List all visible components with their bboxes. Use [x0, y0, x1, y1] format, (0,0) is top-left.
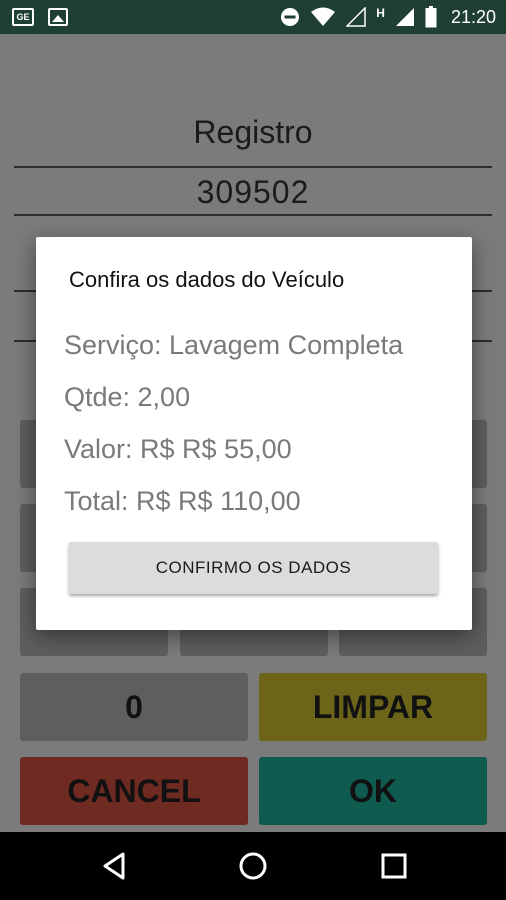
battery-icon	[425, 6, 437, 28]
registro-value: 309502	[196, 174, 310, 210]
divider	[14, 166, 492, 168]
back-icon[interactable]	[96, 848, 132, 884]
qtde-text: Qtde: 2,00	[64, 382, 191, 412]
servico-text: Serviço: Lavagem Completa	[64, 330, 404, 360]
signal-empty-icon	[346, 7, 367, 27]
recents-icon[interactable]	[376, 848, 412, 884]
navigation-bar	[0, 832, 506, 900]
notification-ge-icon: GE	[12, 8, 34, 26]
ok-button[interactable]: OK	[259, 757, 487, 825]
status-time: 21:20	[450, 6, 496, 27]
status-bar: GE H 21:20	[0, 0, 506, 34]
confirm-dialog: Confira os dados do Veículo Serviço: Lav…	[36, 237, 472, 630]
dialog-title: Confira os dados do Veículo	[69, 267, 345, 292]
do-not-disturb-icon	[281, 8, 300, 26]
signal-icon	[395, 8, 414, 26]
network-type-label: H	[376, 6, 385, 20]
valor-text: Valor: R$ R$ 55,00	[64, 434, 292, 464]
total-text: Total: R$ R$ 110,00	[64, 486, 301, 516]
confirm-data-button[interactable]: CONFIRMO OS DADOS	[69, 542, 438, 594]
key-zero[interactable]: 0	[20, 673, 248, 741]
cancel-button[interactable]: CANCEL	[20, 757, 248, 825]
registro-label: Registro	[193, 114, 313, 150]
home-icon[interactable]	[235, 848, 271, 884]
wifi-icon	[311, 7, 336, 26]
limpar-button[interactable]: LIMPAR	[259, 673, 487, 741]
divider	[14, 214, 492, 216]
image-notification-icon	[48, 8, 68, 26]
